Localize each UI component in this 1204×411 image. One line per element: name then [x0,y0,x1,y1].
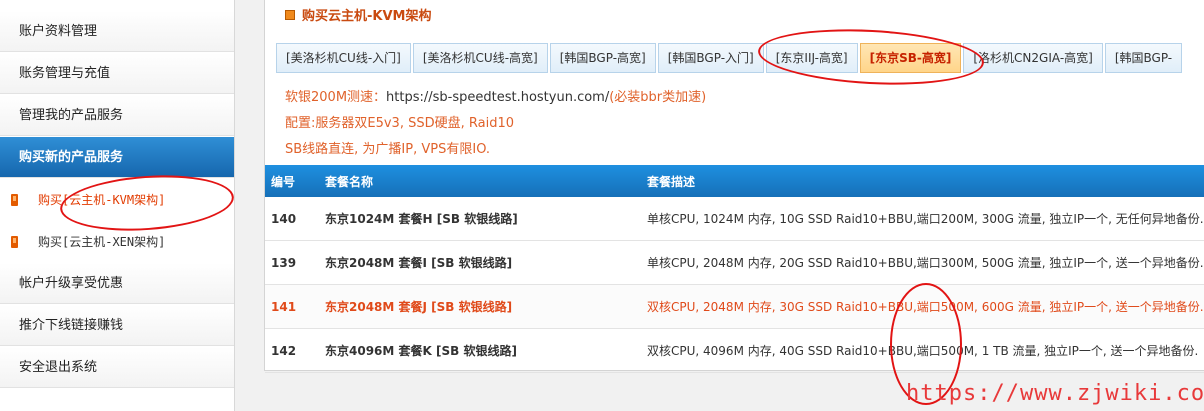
plan-desc: 单核CPU, 2048M 内存, 20G SSD Raid10+BBU,端口30… [647,240,1204,285]
table-header-row: 编号 套餐名称 套餐描述 [265,165,1204,197]
sidebar-subitem-buy-xen[interactable]: 购买[云主机-XEN架构] [0,221,234,263]
tab-la-cn2gia-high[interactable]: [洛杉机CN2GIA-高宽] [963,43,1103,73]
tab-tokyo-iij-high[interactable]: [东京IIJ-高宽] [765,43,858,73]
table-row[interactable]: 142 东京4096M 套餐K [SB 软银线路] 双核CPU, 4096M 内… [265,328,1204,373]
sidebar-item-label: 安全退出系统 [19,360,98,375]
plan-id: 141 [265,284,325,329]
sidebar-item-logout[interactable]: 安全退出系统 [0,347,234,388]
main-panel: 购买云主机-KVM架构 [美洛杉机CU线-入门] [美洛杉机CU线-高宽] [韩国B… [264,0,1204,373]
tab-korea-bgp-basic[interactable]: [韩国BGP-入门] [657,43,764,73]
sidebar-item-label: 账户资料管理 [19,24,98,39]
sidebar-item-buy-new[interactable]: 购买新的产品服务 [0,137,234,178]
column-header-name: 套餐名称 [325,165,647,197]
column-header-desc: 套餐描述 [647,165,1204,197]
tab-la-cu-basic[interactable]: [美洛杉机CU线-入门] [276,43,411,73]
watermark: https://www.zjwiki.com [906,381,1204,406]
sidebar-item-label: 管理我的产品服务 [19,108,124,123]
plan-name[interactable]: 东京2048M 套餐I [SB 软银线路] [325,240,647,285]
sidebar-item-referral[interactable]: 推介下线链接赚钱 [0,305,234,346]
plan-desc: 双核CPU, 2048M 内存, 30G SSD Raid10+BBU,端口50… [647,284,1204,329]
plan-id: 139 [265,240,325,285]
speedtest-link[interactable]: https://sb-speedtest.hostyun.com/ [386,90,609,105]
plan-desc: 单核CPU, 1024M 内存, 10G SSD Raid10+BBU,端口20… [647,197,1204,241]
table-row[interactable]: 139 东京2048M 套餐I [SB 软银线路] 单核CPU, 2048M 内… [265,240,1204,285]
table-row[interactable]: 140 东京1024M 套餐H [SB 软银线路] 单核CPU, 1024M 内… [265,197,1204,241]
plan-id: 140 [265,197,325,241]
tab-korea-bgp-more[interactable]: [韩国BGP- [1104,43,1183,73]
bookmark-icon [11,194,18,206]
sidebar-item-account-profile[interactable]: 账户资料管理 [0,11,234,52]
tab-tokyo-sb-high[interactable]: [东京SB-高宽] [859,43,962,73]
sidebar-item-upgrade[interactable]: 帐户升级享受优惠 [0,263,234,304]
plans-table: 编号 套餐名称 套餐描述 140 东京1024M 套餐H [SB 软银线路] 单… [265,165,1204,373]
plan-name[interactable]: 东京1024M 套餐H [SB 软银线路] [325,197,647,241]
bookmark-icon [11,236,18,248]
plan-name[interactable]: 东京4096M 套餐K [SB 软银线路] [325,328,647,373]
tab-la-cu-high[interactable]: [美洛杉机CU线-高宽] [412,43,548,73]
tab-korea-bgp-high[interactable]: [韩国BGP-高宽] [549,43,656,73]
config-info: 配置:服务器双E5v3, SSD硬盘, Raid10 [285,116,514,131]
plan-desc: 双核CPU, 4096M 内存, 40G SSD Raid10+BBU,端口50… [647,328,1204,373]
sidebar-item-billing[interactable]: 账务管理与充值 [0,53,234,94]
bullet-icon [285,10,295,20]
sidebar-subitem-buy-kvm[interactable]: 购买[云主机-KVM架构] [0,179,234,221]
sidebar-item-label: 购买[云主机-XEN架构] [38,235,166,249]
sidebar: 账户资料管理 账务管理与充值 管理我的产品服务 购买新的产品服务 购买[云主机-… [0,0,235,411]
sidebar-item-label: 账务管理与充值 [19,66,111,81]
sidebar-item-label: 帐户升级享受优惠 [19,276,124,291]
sidebar-item-label: 购买[云主机-KVM架构] [38,193,166,207]
sidebar-item-my-services[interactable]: 管理我的产品服务 [0,95,234,136]
route-info: SB线路直连, 为广播IP, VPS有限IO. [285,142,491,157]
table-row[interactable]: 141 东京2048M 套餐J [SB 软银线路] 双核CPU, 2048M 内… [265,284,1204,329]
plan-name[interactable]: 东京2048M 套餐J [SB 软银线路] [325,284,647,329]
sidebar-item-label: 推介下线链接赚钱 [19,318,124,333]
column-header-id: 编号 [265,165,325,197]
sidebar-item-label: 购买新的产品服务 [19,150,124,165]
plan-id: 142 [265,328,325,373]
speedtest-info: 软银200M测速：https://sb-speedtest.hostyun.co… [285,90,707,105]
page-title: 购买云主机-KVM架构 [285,6,431,28]
region-tabs: [美洛杉机CU线-入门] [美洛杉机CU线-高宽] [韩国BGP-高宽] [韩国BGP… [276,43,1204,73]
